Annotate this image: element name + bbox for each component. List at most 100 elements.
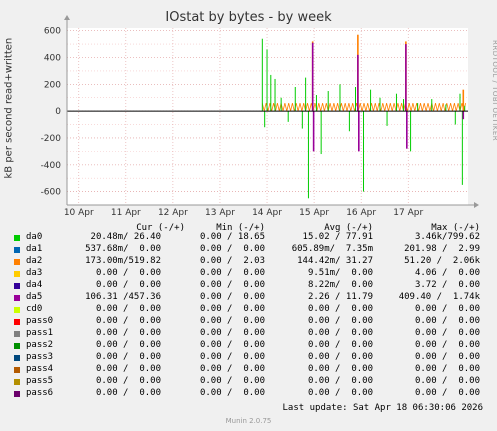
legend-min-value: 0.00 / 0.00 — [199, 388, 265, 398]
legend-avg-value: 0.00 / 0.00 — [307, 340, 373, 350]
legend-min-value: 0.00 / 0.00 — [199, 364, 265, 374]
legend-cur-value: 537.68m/ 0.00 — [85, 244, 161, 254]
legend-swatch — [14, 247, 20, 253]
legend-row-da2: da2 173.00m/519.82 0.00 / 2.03 144.42m/ 31.… — [0, 256, 497, 268]
legend-swatch — [14, 283, 20, 289]
legend-max-value: 4.06 / 0.00 — [414, 268, 480, 278]
legend-swatch — [14, 331, 20, 337]
legend-cur-value: 20.48m/ 26.40 — [90, 232, 161, 242]
legend-avg-value: 8.22m/ 0.00 — [307, 280, 373, 290]
legend-row-pass0: pass0 0.00 / 0.00 0.00 / 0.00 0.00 / 0.00 0.… — [0, 316, 497, 328]
legend-row-da1: da1 537.68m/ 0.00 0.00 / 0.00 605.89m/ 7.35… — [0, 244, 497, 256]
legend-swatch — [14, 271, 20, 277]
legend-min-value: 0.00 / 0.00 — [199, 376, 265, 386]
legend-max-value: 0.00 / 0.00 — [414, 352, 480, 362]
legend-series-name: da0 — [26, 232, 43, 242]
legend-max-value: 0.00 / 0.00 — [414, 328, 480, 338]
legend-cur-value: 0.00 / 0.00 — [95, 352, 161, 362]
legend-min-value: 0.00 / 18.65 — [199, 232, 265, 242]
legend-min-value: 0.00 / 0.00 — [199, 328, 265, 338]
legend-cur-value: 0.00 / 0.00 — [95, 316, 161, 326]
x-tick-label: 10 Apr — [64, 208, 94, 218]
legend-row-pass6: pass6 0.00 / 0.00 0.00 / 0.00 0.00 / 0.00 0.… — [0, 388, 497, 400]
y-tick-label: -600 — [41, 188, 62, 198]
legend-avg-value: 0.00 / 0.00 — [307, 304, 373, 314]
legend-swatch — [14, 319, 20, 325]
legend-row-da4: da4 0.00 / 0.00 0.00 / 0.00 8.22m/ 0.00 3.72… — [0, 280, 497, 292]
legend-row-da0: da0 20.48m/ 26.40 0.00 / 18.65 15.02 / 77.9… — [0, 232, 497, 244]
legend-max-value: 409.40 / 1.74k — [398, 292, 480, 302]
y-tick-label: -400 — [41, 161, 62, 171]
legend-avg-value: 9.51m/ 0.00 — [307, 268, 373, 278]
legend-avg-value: 0.00 / 0.00 — [307, 352, 373, 362]
legend-max-value: 0.00 / 0.00 — [414, 388, 480, 398]
x-tick-label: 13 Apr — [205, 208, 235, 218]
legend-avg-value: 605.89m/ 7.35m — [291, 244, 373, 254]
legend-swatch — [14, 295, 20, 301]
legend-cur-value: 173.00m/519.82 — [85, 256, 161, 266]
legend-row-cd0: cd0 0.00 / 0.00 0.00 / 0.00 0.00 / 0.00 0.00… — [0, 304, 497, 316]
x-tick-label: 16 Apr — [346, 208, 376, 218]
legend-series-name: pass4 — [26, 364, 54, 374]
legend-avg-value: 15.02 / 77.91 — [302, 232, 373, 242]
legend-series-name: pass5 — [26, 376, 54, 386]
x-tick-label: 12 Apr — [158, 208, 188, 218]
legend-series-name: pass1 — [26, 328, 54, 338]
legend-series-name: da5 — [26, 292, 43, 302]
legend-series-name: da1 — [26, 244, 43, 254]
legend-row-pass4: pass4 0.00 / 0.00 0.00 / 0.00 0.00 / 0.00 0.… — [0, 364, 497, 376]
legend-max-value: 0.00 / 0.00 — [414, 316, 480, 326]
legend-row-pass2: pass2 0.00 / 0.00 0.00 / 0.00 0.00 / 0.00 0.… — [0, 340, 497, 352]
legend-swatch — [14, 379, 20, 385]
legend-series-name: pass6 — [26, 388, 54, 398]
legend-avg-value: 144.42m/ 31.27 — [297, 256, 373, 266]
x-tick-label: 15 Apr — [299, 208, 329, 218]
legend-max-value: 0.00 / 0.00 — [414, 376, 480, 386]
legend-min-value: 0.00 / 0.00 — [199, 352, 265, 362]
legend-row-da3: da3 0.00 / 0.00 0.00 / 0.00 9.51m/ 0.00 4.06… — [0, 268, 497, 280]
legend-max-value: 201.98 / 2.99 — [404, 244, 480, 254]
legend-swatch — [14, 343, 20, 349]
legend-series-name: da4 — [26, 280, 43, 290]
legend-swatch — [14, 235, 20, 241]
y-tick-label: -200 — [41, 134, 62, 144]
legend-min-value: 0.00 / 0.00 — [199, 340, 265, 350]
legend-avg-value: 0.00 / 0.00 — [307, 364, 373, 374]
legend-min-value: 0.00 / 0.00 — [199, 280, 265, 290]
legend-cur-value: 106.31 /457.36 — [85, 292, 161, 302]
y-tick-label: 200 — [44, 80, 61, 90]
legend-row-pass3: pass3 0.00 / 0.00 0.00 / 0.00 0.00 / 0.00 0.… — [0, 352, 497, 364]
legend-series-name: pass3 — [26, 352, 54, 362]
munin-version: Munin 2.0.75 — [225, 417, 272, 425]
legend-cur-value: 0.00 / 0.00 — [95, 376, 161, 386]
y-tick-label: 400 — [44, 54, 61, 64]
legend-swatch — [14, 391, 20, 397]
legend-cur-value: 0.00 / 0.00 — [95, 340, 161, 350]
legend-max-value: 0.00 / 0.00 — [414, 364, 480, 374]
legend-swatch — [14, 307, 20, 313]
legend-avg-value: 0.00 / 0.00 — [307, 388, 373, 398]
chart-plot: 600 400 200 0 -200 -400 -60010 Apr 11 Apr 12 Apr… — [41, 15, 479, 218]
legend-swatch — [14, 355, 20, 361]
legend-min-value: 0.00 / 2.03 — [199, 256, 265, 266]
legend-max-value: 0.00 / 0.00 — [414, 304, 480, 314]
legend-max-value: 3.46k/799.62 — [414, 232, 480, 242]
legend-row-da5: da5 106.31 /457.36 0.00 / 0.00 2.26 / 11.79… — [0, 292, 497, 304]
legend-series-name: cd0 — [26, 304, 43, 314]
y-tick-label: 600 — [44, 27, 61, 37]
legend-cur-value: 0.00 / 0.00 — [95, 388, 161, 398]
legend-cur-value: 0.00 / 0.00 — [95, 268, 161, 278]
x-tick-label: 14 Apr — [252, 208, 282, 218]
legend-series-name: da3 — [26, 268, 43, 278]
legend-avg-value: 0.00 / 0.00 — [307, 328, 373, 338]
legend-min-value: 0.00 / 0.00 — [199, 304, 265, 314]
legend-cur-value: 0.00 / 0.00 — [95, 364, 161, 374]
legend-cur-value: 0.00 / 0.00 — [95, 280, 161, 290]
legend-min-value: 0.00 / 0.00 — [199, 244, 265, 254]
legend-series-name: pass2 — [26, 340, 54, 350]
legend-avg-value: 2.26 / 11.79 — [307, 292, 373, 302]
legend-min-value: 0.00 / 0.00 — [199, 268, 265, 278]
legend-swatch — [14, 367, 20, 373]
legend-series-name: da2 — [26, 256, 43, 266]
legend-min-value: 0.00 / 0.00 — [199, 316, 265, 326]
